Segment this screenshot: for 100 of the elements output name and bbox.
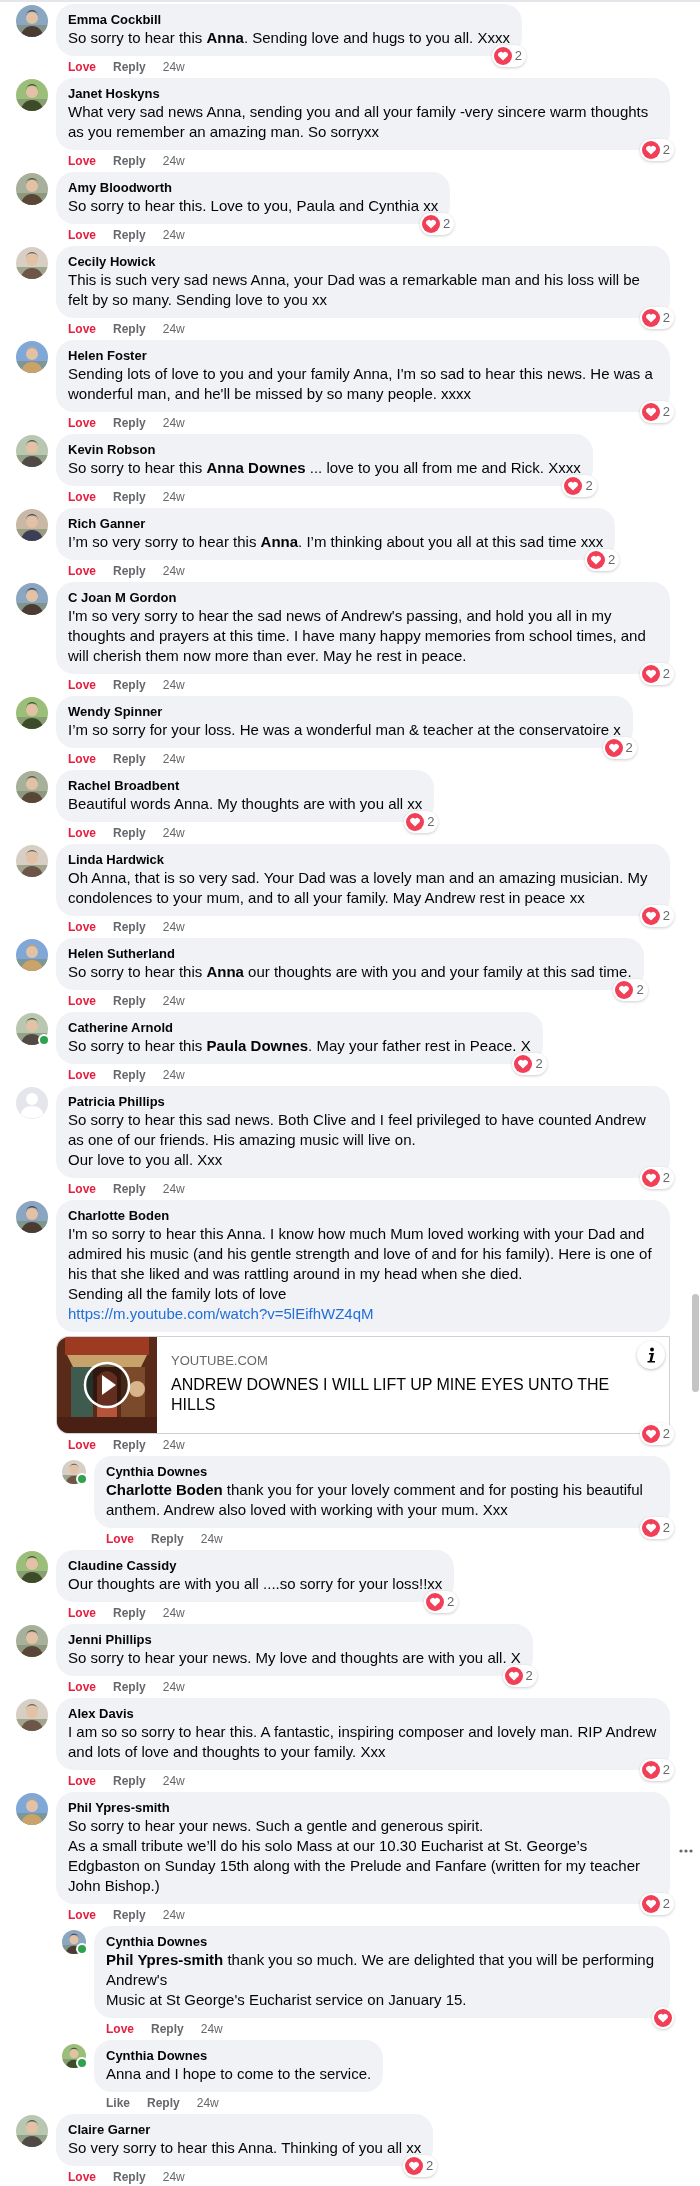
reply-link[interactable]: Reply [113, 2169, 146, 2185]
reaction-badge[interactable]: 2 [491, 45, 526, 67]
reply-link[interactable]: Reply [113, 489, 146, 505]
timestamp[interactable]: 24w [162, 751, 185, 767]
video-link[interactable]: https://m.youtube.com/watch?v=5lEifhWZ4qM [68, 1304, 374, 1324]
timestamp[interactable]: 24w [162, 415, 185, 431]
timestamp[interactable]: 24w [162, 563, 185, 579]
author-name[interactable]: Jenni Phillips [68, 1631, 521, 1648]
love-link[interactable]: Love [106, 1531, 134, 1547]
scrollbar-thumb[interactable] [692, 1294, 699, 1392]
reply-link[interactable]: Reply [113, 1067, 146, 1083]
love-link[interactable]: Love [106, 2021, 134, 2037]
reply-link[interactable]: Reply [113, 153, 146, 169]
author-name[interactable]: Claire Garner [68, 2121, 422, 2138]
love-link[interactable]: Love [68, 2169, 96, 2185]
timestamp[interactable]: 24w [162, 919, 185, 935]
reaction-badge[interactable]: 2 [403, 2155, 438, 2177]
author-name[interactable]: Cynthia Downes [106, 1463, 658, 1480]
reaction-badge[interactable]: 2 [639, 307, 674, 329]
info-icon[interactable] [637, 1341, 665, 1369]
reaction-badge[interactable]: 2 [639, 1893, 674, 1915]
reaction-badge[interactable]: 2 [639, 401, 674, 423]
author-name[interactable]: Cynthia Downes [106, 2047, 372, 2064]
reaction-badge[interactable]: 2 [639, 1517, 674, 1539]
love-link[interactable]: Love [68, 825, 96, 841]
author-name[interactable]: Linda Hardwick [68, 851, 658, 868]
reply-link[interactable]: Reply [113, 227, 146, 243]
reaction-badge[interactable]: 2 [424, 1591, 459, 1613]
timestamp[interactable]: 24w [162, 2169, 185, 2185]
timestamp[interactable]: 24w [162, 153, 185, 169]
author-name[interactable]: Phil Ypres-smith [68, 1799, 658, 1816]
timestamp[interactable]: 24w [162, 1437, 185, 1453]
author-name[interactable]: Rachel Broadbent [68, 777, 423, 794]
like-link[interactable]: Like [106, 2095, 130, 2111]
reply-link[interactable]: Reply [151, 2021, 184, 2037]
reaction-badge[interactable]: 2 [585, 549, 620, 571]
timestamp[interactable]: 24w [162, 1773, 185, 1789]
reply-link[interactable]: Reply [113, 321, 146, 337]
reply-link[interactable]: Reply [151, 1531, 184, 1547]
timestamp[interactable]: 24w [162, 489, 185, 505]
timestamp[interactable]: 24w [162, 321, 185, 337]
love-link[interactable]: Love [68, 1181, 96, 1197]
timestamp[interactable]: 24w [162, 677, 185, 693]
love-link[interactable]: Love [68, 59, 96, 75]
author-name[interactable]: Rich Ganner [68, 515, 604, 532]
author-name[interactable]: Patricia Phillips [68, 1093, 658, 1110]
love-link[interactable]: Love [68, 227, 96, 243]
love-link[interactable]: Love [68, 321, 96, 337]
reply-link[interactable]: Reply [147, 2095, 180, 2111]
author-name[interactable]: Emma Cockbill [68, 11, 510, 28]
timestamp[interactable]: 24w [162, 1679, 185, 1695]
reaction-badge[interactable]: 2 [639, 139, 674, 161]
reply-link[interactable]: Reply [113, 415, 146, 431]
reaction-badge[interactable]: 2 [639, 1423, 674, 1445]
author-name[interactable]: Alex Davis [68, 1705, 658, 1722]
reply-link[interactable]: Reply [113, 1907, 146, 1923]
timestamp[interactable]: 24w [162, 825, 185, 841]
love-link[interactable]: Love [68, 919, 96, 935]
love-link[interactable]: Love [68, 1605, 96, 1621]
love-link[interactable]: Love [68, 751, 96, 767]
reply-link[interactable]: Reply [113, 1437, 146, 1453]
timestamp[interactable]: 24w [162, 993, 185, 1009]
love-link[interactable]: Love [68, 1067, 96, 1083]
timestamp[interactable]: 24w [200, 1531, 223, 1547]
timestamp[interactable]: 24w [162, 59, 185, 75]
reaction-badge[interactable]: 2 [562, 475, 597, 497]
author-name[interactable]: Helen Foster [68, 347, 658, 364]
reaction-badge[interactable]: 2 [639, 905, 674, 927]
reply-link[interactable]: Reply [113, 677, 146, 693]
reaction-badge[interactable]: 2 [613, 979, 648, 1001]
timestamp[interactable]: 24w [162, 1907, 185, 1923]
timestamp[interactable]: 24w [196, 2095, 219, 2111]
love-link[interactable]: Love [68, 1437, 96, 1453]
reply-link[interactable]: Reply [113, 919, 146, 935]
author-name[interactable]: Charlotte Boden [68, 1207, 658, 1224]
love-link[interactable]: Love [68, 993, 96, 1009]
author-name[interactable]: Cynthia Downes [106, 1933, 658, 1950]
timestamp[interactable]: 24w [162, 227, 185, 243]
author-name[interactable]: Kevin Robson [68, 441, 581, 458]
play-icon[interactable] [83, 1361, 131, 1409]
love-link[interactable]: Love [68, 677, 96, 693]
reaction-badge[interactable]: 2 [639, 663, 674, 685]
love-link[interactable]: Love [68, 1773, 96, 1789]
reply-link[interactable]: Reply [113, 563, 146, 579]
reaction-badge[interactable]: 2 [404, 811, 439, 833]
reply-link[interactable]: Reply [113, 825, 146, 841]
author-name[interactable]: Amy Bloodworth [68, 179, 439, 196]
author-name[interactable]: Cecily Howick [68, 253, 658, 270]
love-link[interactable]: Love [68, 489, 96, 505]
timestamp[interactable]: 24w [162, 1067, 185, 1083]
link-title[interactable]: ANDREW DOWNES I WILL LIFT UP MINE EYES UNTO THE HILLS [171, 1375, 629, 1415]
love-link[interactable]: Love [68, 1907, 96, 1923]
love-link[interactable]: Love [68, 1679, 96, 1695]
reaction-badge[interactable]: 2 [602, 737, 637, 759]
reaction-badge[interactable]: 2 [512, 1053, 547, 1075]
author-name[interactable]: Catherine Arnold [68, 1019, 531, 1036]
reaction-badge[interactable]: 2 [639, 1167, 674, 1189]
timestamp[interactable]: 24w [162, 1605, 185, 1621]
author-name[interactable]: C Joan M Gordon [68, 589, 658, 606]
reply-link[interactable]: Reply [113, 1773, 146, 1789]
